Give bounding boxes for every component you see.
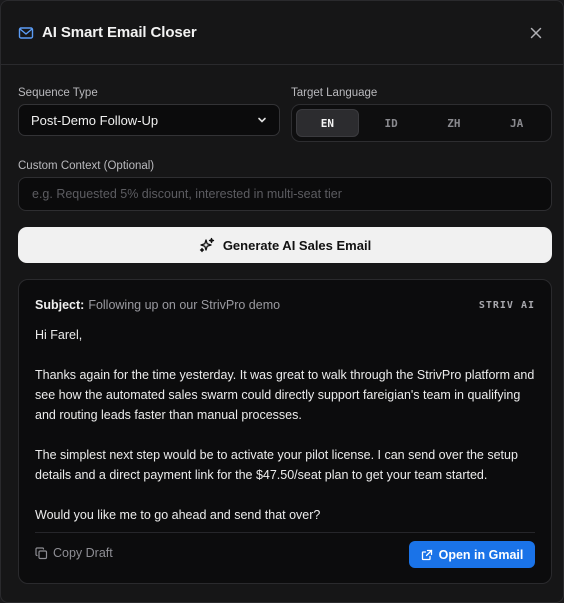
mail-icon [18,25,34,41]
copy-draft-label: Copy Draft [53,546,113,560]
open-in-gmail-label: Open in Gmail [438,547,524,562]
language-option-id[interactable]: ID [361,109,422,137]
open-in-gmail-button[interactable]: Open in Gmail [409,541,535,568]
email-draft-panel: Subject: Following up on our StrivPro de… [18,279,552,584]
subject-key: Subject: [35,298,85,312]
custom-context-input[interactable] [18,177,552,211]
modal-title: AI Smart Email Closer [42,24,197,41]
close-icon[interactable] [526,23,546,43]
email-paragraph: Thanks again for the time yesterday. It … [35,368,535,422]
email-paragraph: Would you like me to go ahead and send t… [35,508,321,522]
sparkles-icon [199,237,215,253]
custom-context-label: Custom Context (Optional) [18,160,155,172]
generate-email-button[interactable]: Generate AI Sales Email [18,227,552,263]
language-option-zh[interactable]: ZH [424,109,485,137]
copy-draft-button[interactable]: Copy Draft [35,546,113,560]
draft-divider [35,532,535,533]
language-selector: EN ID ZH JA [291,104,552,142]
subject-row: Subject: Following up on our StrivPro de… [35,298,535,312]
language-option-en[interactable]: EN [296,109,359,137]
email-closer-modal: AI Smart Email Closer Sequence Type Post… [0,0,564,603]
sequence-type-select[interactable]: Post-Demo Follow-Up [18,104,280,136]
generate-button-label: Generate AI Sales Email [222,237,372,253]
email-paragraph: Hi Farel, [35,328,83,342]
email-paragraph: The simplest next step would be to activ… [35,448,518,482]
external-link-icon [421,549,433,561]
brand-label: STRIV AI [478,299,535,311]
copy-icon [35,546,48,560]
target-language-label: Target Language [291,87,378,99]
chevron-down-icon [257,115,267,125]
subject-value: Following up on our StrivPro demo [88,298,281,312]
sequence-type-value: Post-Demo Follow-Up [31,112,159,128]
email-body: Hi Farel, Thanks again for the time yest… [35,325,537,545]
modal-header: AI Smart Email Closer [1,1,563,65]
language-option-ja[interactable]: JA [486,109,547,137]
sequence-type-label: Sequence Type [18,87,98,99]
